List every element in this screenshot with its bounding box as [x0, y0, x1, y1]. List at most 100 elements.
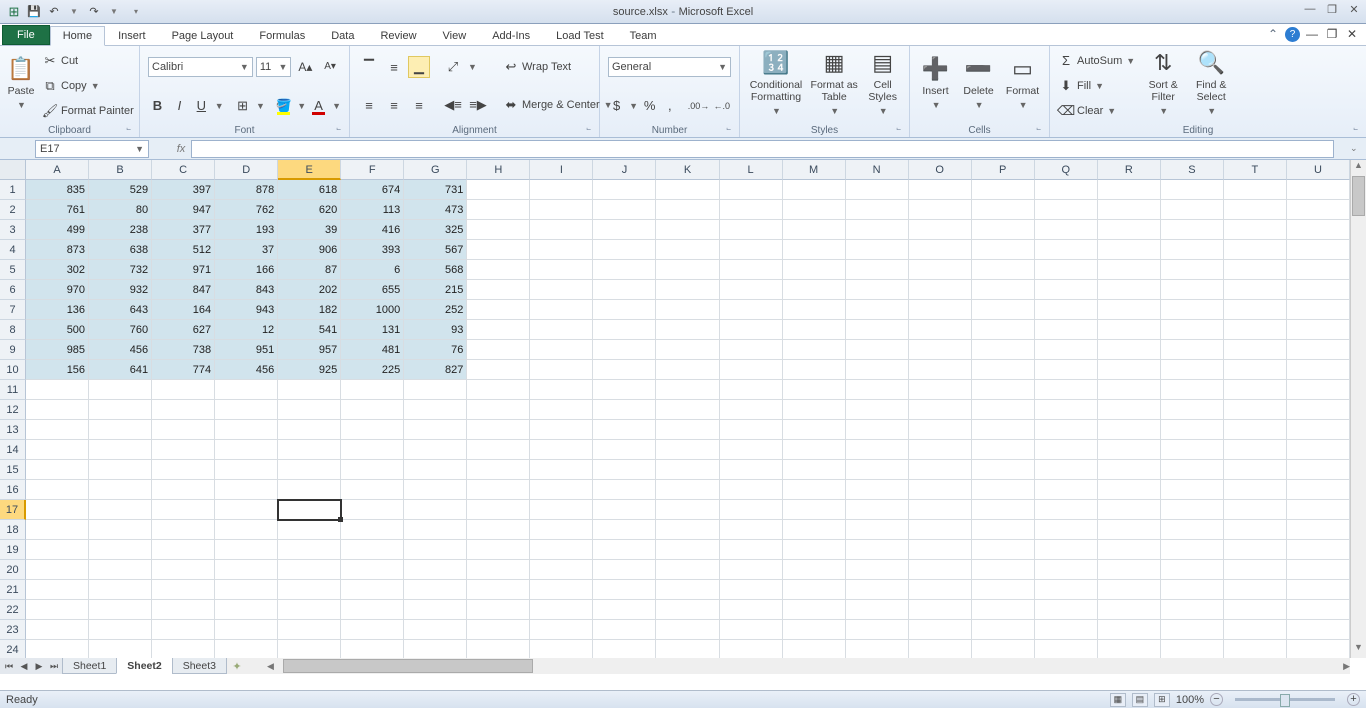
cell[interactable]: 1000: [341, 300, 404, 320]
cell[interactable]: 225: [341, 360, 404, 380]
cell[interactable]: [593, 180, 656, 200]
number-format-combo[interactable]: General▼: [608, 57, 731, 77]
cell[interactable]: 456: [215, 360, 278, 380]
cell[interactable]: [152, 480, 215, 500]
cell[interactable]: [341, 580, 404, 600]
column-header[interactable]: L: [720, 160, 783, 180]
cell[interactable]: [1161, 240, 1224, 260]
cell[interactable]: 397: [152, 180, 215, 200]
cell[interactable]: [656, 480, 719, 500]
cell[interactable]: 6: [341, 260, 404, 280]
cell[interactable]: [404, 420, 467, 440]
cell[interactable]: 202: [278, 280, 341, 300]
percent-format-button[interactable]: %: [641, 95, 658, 117]
cell[interactable]: [26, 620, 89, 640]
cell[interactable]: 655: [341, 280, 404, 300]
cell[interactable]: 878: [215, 180, 278, 200]
cell[interactable]: [152, 380, 215, 400]
cell[interactable]: [530, 180, 593, 200]
cell[interactable]: [26, 440, 89, 460]
cell[interactable]: [593, 360, 656, 380]
cell[interactable]: [720, 380, 783, 400]
row-header[interactable]: 10: [0, 360, 26, 380]
cell[interactable]: 985: [26, 340, 89, 360]
autosum-button[interactable]: ΣAutoSum▼: [1056, 50, 1137, 72]
cell[interactable]: [593, 220, 656, 240]
cell[interactable]: [530, 220, 593, 240]
decrease-decimal-button[interactable]: ←.0: [712, 95, 731, 117]
cell[interactable]: [1161, 640, 1224, 660]
cell[interactable]: [467, 500, 530, 520]
cell[interactable]: [467, 400, 530, 420]
cell[interactable]: [909, 460, 972, 480]
cell[interactable]: [972, 600, 1035, 620]
cell[interactable]: [404, 580, 467, 600]
cell[interactable]: [530, 280, 593, 300]
cell[interactable]: 835: [26, 180, 89, 200]
cell[interactable]: [1161, 260, 1224, 280]
cell[interactable]: [1161, 340, 1224, 360]
cell[interactable]: [89, 480, 152, 500]
cell[interactable]: [89, 520, 152, 540]
cell[interactable]: [1098, 340, 1161, 360]
cell[interactable]: [909, 640, 972, 660]
formula-bar[interactable]: [191, 140, 1334, 158]
cell[interactable]: [1035, 560, 1098, 580]
cell[interactable]: [26, 460, 89, 480]
cell[interactable]: [593, 620, 656, 640]
cell[interactable]: [972, 340, 1035, 360]
cell[interactable]: [341, 520, 404, 540]
cell[interactable]: [278, 460, 341, 480]
cell[interactable]: [215, 400, 278, 420]
cell[interactable]: [846, 320, 909, 340]
cell[interactable]: [215, 640, 278, 660]
cell[interactable]: [1287, 600, 1350, 620]
cell[interactable]: [1098, 300, 1161, 320]
row-header[interactable]: 23: [0, 620, 26, 640]
cell[interactable]: [1098, 260, 1161, 280]
cell[interactable]: [846, 580, 909, 600]
cell[interactable]: [972, 380, 1035, 400]
cell[interactable]: [530, 640, 593, 660]
row-header[interactable]: 7: [0, 300, 26, 320]
cell[interactable]: [783, 200, 846, 220]
cell[interactable]: 873: [26, 240, 89, 260]
cell[interactable]: [1098, 640, 1161, 660]
cell[interactable]: [1161, 300, 1224, 320]
cell[interactable]: [720, 400, 783, 420]
cell[interactable]: [341, 620, 404, 640]
column-header[interactable]: P: [972, 160, 1035, 180]
last-sheet-icon[interactable]: ⏭: [47, 661, 61, 672]
cell[interactable]: 37: [215, 240, 278, 260]
cell[interactable]: [89, 640, 152, 660]
cell[interactable]: [593, 580, 656, 600]
cell[interactable]: [1098, 620, 1161, 640]
cell[interactable]: [846, 400, 909, 420]
cell[interactable]: [783, 520, 846, 540]
cell[interactable]: 674: [341, 180, 404, 200]
cell[interactable]: [1287, 400, 1350, 420]
cell[interactable]: [720, 440, 783, 460]
cell[interactable]: [1287, 200, 1350, 220]
cell[interactable]: [972, 360, 1035, 380]
cell[interactable]: [1287, 440, 1350, 460]
cell[interactable]: [846, 460, 909, 480]
cell[interactable]: 325: [404, 220, 467, 240]
cell[interactable]: [972, 260, 1035, 280]
grow-font-button[interactable]: A▴: [294, 56, 316, 78]
row-header[interactable]: 9: [0, 340, 26, 360]
cell[interactable]: [152, 420, 215, 440]
cell[interactable]: [467, 260, 530, 280]
cell[interactable]: [720, 520, 783, 540]
cell[interactable]: [909, 180, 972, 200]
cell[interactable]: [1161, 220, 1224, 240]
row-header[interactable]: 13: [0, 420, 26, 440]
cell[interactable]: [593, 400, 656, 420]
format-as-table-button[interactable]: ▦Format as Table▼: [810, 48, 858, 116]
tab-add-ins[interactable]: Add-Ins: [479, 26, 543, 45]
row-header[interactable]: 1: [0, 180, 26, 200]
cell[interactable]: [593, 600, 656, 620]
cell[interactable]: [783, 500, 846, 520]
cell[interactable]: [972, 320, 1035, 340]
cell[interactable]: [656, 500, 719, 520]
